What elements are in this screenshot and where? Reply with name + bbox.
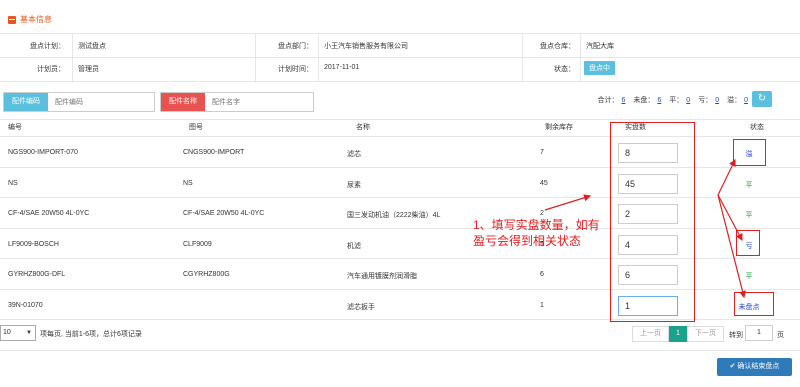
arrow-to-unchecked	[717, 194, 747, 299]
next-page-button[interactable]: 下一页	[687, 326, 724, 342]
annotation-line-1: 1、填写实盘数量，如有	[473, 218, 600, 232]
prev-page-button[interactable]: 上一页	[632, 326, 669, 342]
goto-page-input[interactable]: 1	[745, 325, 773, 341]
arrow-to-actual	[544, 194, 592, 211]
check-icon: ✔	[729, 363, 736, 370]
page-size-value: 10	[3, 329, 11, 336]
arrow-to-gain	[717, 158, 736, 196]
page-size-select[interactable]: 10 ▼	[0, 325, 36, 341]
page-unit: 页	[777, 332, 784, 339]
pagination-summary: 项每页, 当前1-6项，总计6项记录	[40, 331, 142, 338]
arrow-to-loss	[717, 194, 743, 242]
goto-label: 转到	[729, 332, 743, 339]
chevron-down-icon: ▼	[26, 330, 32, 336]
divider	[0, 350, 800, 351]
annotation-line-2: 盈亏会得到相关状态	[473, 234, 582, 248]
page-1-button[interactable]: 1	[669, 326, 687, 342]
confirm-end-label: 确认结束盘点	[737, 363, 780, 370]
confirm-end-button[interactable]: ✔ 确认结束盘点	[717, 358, 792, 376]
annotation-text: 1、填写实盘数量，如有 盈亏会得到相关状态	[473, 217, 600, 249]
